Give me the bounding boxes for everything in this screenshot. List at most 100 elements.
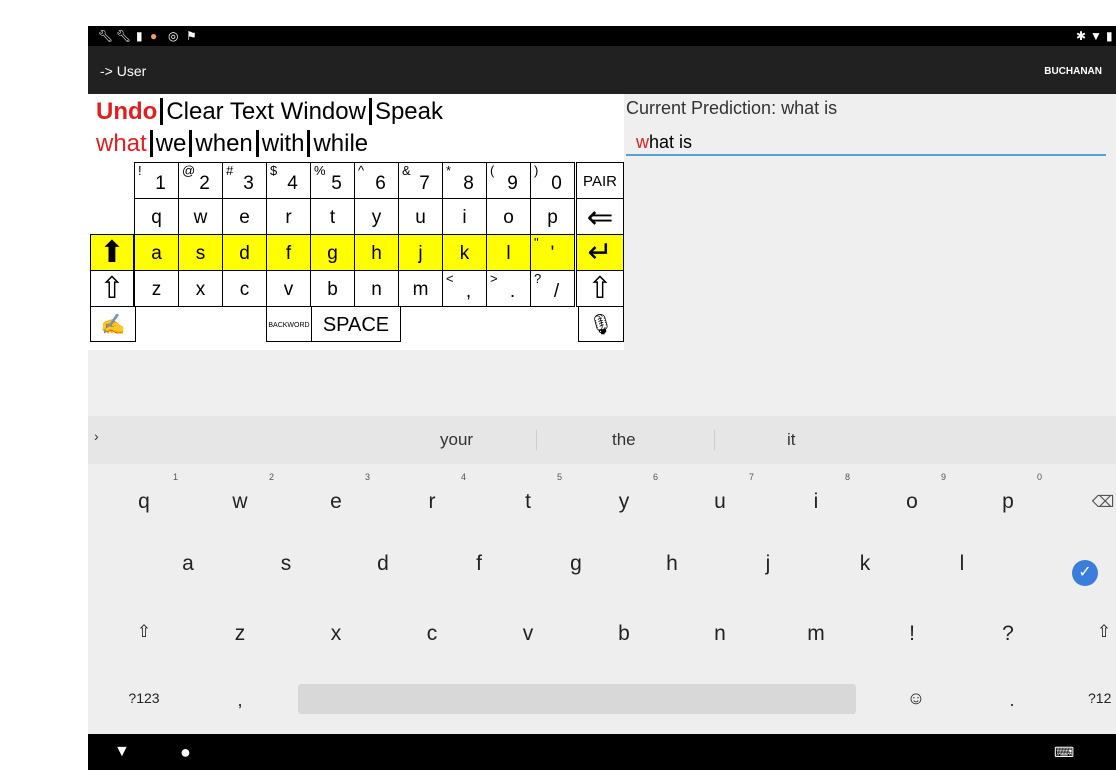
aac-number-key[interactable]: ^ 6 [354,162,399,199]
aac-letter-key[interactable]: q [134,198,179,235]
aac-quote-key[interactable]: " ' [530,234,575,271]
keyboard-key[interactable]: k [845,552,885,576]
aac-number-key[interactable]: #3 [222,162,267,199]
aac-letter-key[interactable]: s [178,234,223,271]
keyboard-key[interactable]: c [412,622,452,646]
aac-number-key[interactable]: (9 [486,162,531,199]
keyboard-key[interactable]: n [700,622,740,646]
keyboard-key[interactable]: w2 [220,472,274,514]
home-icon[interactable]: ● [180,742,191,763]
aac-number-key[interactable]: ) 0 [530,162,575,199]
aac-letter-key[interactable]: a [134,234,179,271]
aac-letter-key[interactable]: x [178,270,223,307]
suggestion[interactable]: it [787,430,796,450]
prediction-word[interactable]: we [149,130,190,157]
checkmark-icon[interactable]: ✓ [1072,560,1098,586]
keyboard-key[interactable]: q1 [124,472,178,514]
aac-letter-key[interactable]: t [310,198,355,235]
speak-button[interactable]: Speak [368,98,447,125]
caps-lock-icon[interactable]: ⇧ [576,270,624,307]
backspace-arrow-icon[interactable]: ⇐ [576,198,624,235]
aac-punct-key[interactable]: <, [442,270,487,307]
aac-number-key[interactable]: @2 [178,162,223,199]
aac-number-key[interactable]: ! 1 [134,162,179,199]
shift-icon[interactable]: ⇧ [1092,622,1116,642]
aac-letter-key[interactable]: m [398,270,443,307]
keyboard-key[interactable]: j [748,552,788,576]
keyboard-key[interactable]: ? [988,622,1028,646]
prediction-word[interactable]: when [189,130,256,157]
prediction-word[interactable]: with [255,130,308,157]
space-button[interactable]: SPACE [311,306,401,342]
aac-number-key[interactable]: * 8 [442,162,487,199]
shift-icon[interactable]: ⇧ [124,622,164,642]
aac-letter-key[interactable]: p [530,198,575,235]
aac-punct-key[interactable]: >. [486,270,531,307]
chevron-right-icon[interactable]: › [94,428,99,444]
space-bar[interactable] [298,684,856,714]
keyboard-key[interactable]: y6 [604,472,658,514]
prediction-word[interactable]: what [96,130,150,157]
aac-number-key[interactable]: % 5 [310,162,355,199]
keyboard-key[interactable]: l [942,552,982,576]
keyboard-key[interactable]: r4 [412,472,467,514]
keyboard-key[interactable]: b [604,622,644,646]
symbols-key[interactable]: ?123 [124,690,164,706]
aac-letter-key[interactable]: k [442,234,487,271]
aac-letter-key[interactable]: b [310,270,355,307]
keyboard-key[interactable]: u7 [700,472,754,514]
aac-number-key[interactable]: $4 [266,162,311,199]
keyboard-key[interactable]: v [508,622,548,646]
aac-letter-key[interactable]: d [222,234,267,271]
keyboard-key[interactable]: i8 [796,472,850,514]
keyboard-key[interactable]: p0 [988,472,1042,514]
enter-arrow-icon[interactable]: ↵ [576,234,624,271]
aac-letter-key[interactable]: h [354,234,399,271]
keyboard-key[interactable]: z [220,622,260,646]
keyboard-key[interactable]: f [459,552,499,576]
user-title[interactable]: -> User [100,63,146,79]
aac-letter-key[interactable]: y [354,198,399,235]
aac-punct-key[interactable]: ? / [530,270,575,307]
prediction-text-field[interactable]: what is [626,128,1106,156]
backspace-icon[interactable]: ⌫ [1088,492,1116,512]
period-key[interactable]: . [992,690,1032,711]
aac-letter-key[interactable]: w [178,198,223,235]
keyboard-key[interactable]: x [316,622,356,646]
clear-text-button[interactable]: Clear Text Window [160,98,369,125]
aac-letter-key[interactable]: v [266,270,311,307]
aac-letter-key[interactable]: o [486,198,531,235]
caps-lock-icon[interactable]: ⇧ [90,270,134,307]
keyboard-key[interactable]: t5 [508,472,562,514]
aac-letter-key[interactable]: i [442,198,487,235]
keyboard-key[interactable]: d [363,552,403,576]
aac-letter-key[interactable]: j [398,234,443,271]
keyboard-key[interactable]: m [796,622,836,646]
keyboard-key[interactable]: e3 [316,472,370,514]
handwriting-icon[interactable]: ✍ [90,306,136,342]
aac-letter-key[interactable]: n [354,270,399,307]
keyboard-key[interactable]: h [652,552,692,576]
aac-number-key[interactable]: & 7 [398,162,443,199]
keyboard-key[interactable]: g [556,552,596,576]
aac-letter-key[interactable]: r [266,198,311,235]
microphone-icon[interactable]: 🎙︎ [578,306,624,342]
aac-letter-key[interactable]: f [266,234,311,271]
aac-letter-key[interactable]: c [222,270,267,307]
back-icon[interactable]: ▼ [114,743,130,761]
aac-letter-key[interactable]: e [222,198,267,235]
shift-up-icon[interactable]: ⬆ [90,234,134,271]
aac-letter-key[interactable]: g [310,234,355,271]
comma-key[interactable]: , [220,690,260,711]
aac-letter-key[interactable]: l [486,234,531,271]
emoji-icon[interactable]: ☺ [896,688,936,709]
suggestion[interactable]: the [612,430,636,450]
keyboard-key[interactable]: a [168,552,208,576]
keyboard-icon[interactable]: ⌨ [1054,744,1074,761]
aac-letter-key[interactable]: u [398,198,443,235]
keyboard-key[interactable]: ! [892,622,932,646]
undo-button[interactable]: Undo [96,98,160,125]
symbols-key[interactable]: ?12 [1088,690,1116,706]
user-name[interactable]: BUCHANAN [1044,66,1102,77]
suggestion[interactable]: your [440,430,473,450]
